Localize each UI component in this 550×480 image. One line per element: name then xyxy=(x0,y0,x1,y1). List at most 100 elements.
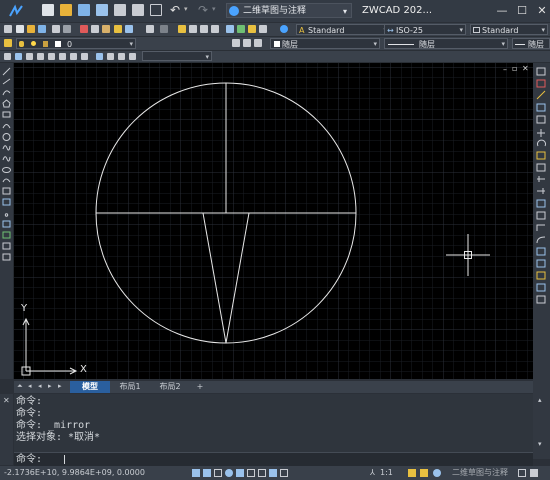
status-settings-icon[interactable] xyxy=(518,469,526,477)
auto-scale-icon[interactable] xyxy=(420,469,428,477)
construction-line-icon[interactable] xyxy=(2,78,11,85)
point-tool-icon[interactable] xyxy=(4,213,9,217)
circle-tool-icon[interactable] xyxy=(2,133,11,141)
ucs-face-icon[interactable] xyxy=(81,53,88,60)
dimension-tool-icon[interactable] xyxy=(536,295,546,304)
extend-tool-icon[interactable] xyxy=(537,188,545,194)
spline-tool-icon[interactable] xyxy=(2,156,11,162)
menu-icon[interactable] xyxy=(4,25,12,33)
open-folder-icon[interactable] xyxy=(60,4,72,16)
save-small-icon[interactable] xyxy=(38,25,46,33)
save-icon[interactable] xyxy=(78,4,90,16)
plot-icon[interactable] xyxy=(114,4,126,16)
ucs-world-icon[interactable] xyxy=(15,53,22,60)
scroll-up-icon[interactable]: ▴ xyxy=(538,396,542,404)
tab-next-icon[interactable]: ▸ xyxy=(48,382,52,390)
draworder-tool-icon[interactable] xyxy=(536,259,546,268)
stretch-tool-icon[interactable] xyxy=(536,163,546,172)
maximize-button[interactable]: ☐ xyxy=(514,3,530,19)
dim-style-combo[interactable]: ↔ ISO-25 ▾ xyxy=(384,24,466,35)
region-tool-icon[interactable] xyxy=(2,242,11,250)
fillet-tool-icon[interactable] xyxy=(536,236,546,244)
ucs-previous-icon[interactable] xyxy=(26,53,33,60)
tab-first-icon[interactable]: ⏶ xyxy=(17,382,23,391)
annotation-scale-value[interactable]: 1:1 xyxy=(380,466,393,480)
layer-previous-icon[interactable] xyxy=(243,39,251,47)
ellipse-tool-icon[interactable] xyxy=(2,167,11,173)
table-style-combo[interactable]: Standard ▾ xyxy=(470,24,548,35)
otrack-toggle-icon[interactable] xyxy=(247,469,255,477)
redo-small-icon[interactable] xyxy=(160,25,168,33)
print-small-icon[interactable] xyxy=(52,25,60,33)
view-iso-icon[interactable] xyxy=(118,53,125,60)
table-tool-icon[interactable] xyxy=(2,253,11,261)
tab-last-icon[interactable]: ▸ xyxy=(58,382,62,390)
save-as-icon[interactable] xyxy=(96,4,108,16)
print-icon[interactable] xyxy=(132,4,144,16)
preview-icon[interactable] xyxy=(63,25,71,33)
color-combo[interactable]: 随层 ▾ xyxy=(270,38,380,49)
copy-tool-icon[interactable] xyxy=(536,79,546,88)
annotation-scale-icon[interactable]: ⅄ xyxy=(370,468,375,477)
mirror-tool-icon[interactable] xyxy=(536,90,546,100)
polygon-tool-icon[interactable] xyxy=(2,99,11,108)
lineweight-combo[interactable]: 随层 xyxy=(512,38,550,49)
properties-icon[interactable] xyxy=(226,25,234,33)
make-current-layer-icon[interactable] xyxy=(232,39,240,47)
viewport-restore-button[interactable]: ▫ xyxy=(512,64,517,73)
help-icon[interactable] xyxy=(280,25,288,33)
open-icon[interactable] xyxy=(27,25,35,33)
view-3d-icon[interactable] xyxy=(129,53,136,60)
zoom-window-icon[interactable] xyxy=(200,25,208,33)
tab-layout2[interactable]: 布局2 xyxy=(150,381,190,393)
design-center-icon[interactable] xyxy=(237,25,245,33)
join-tool-icon[interactable] xyxy=(536,211,546,220)
close-command-icon[interactable]: ✕ xyxy=(3,396,10,405)
minimize-button[interactable]: — xyxy=(494,3,510,19)
viewport-close-button[interactable]: ✕ xyxy=(522,64,529,73)
grid-toggle-icon[interactable] xyxy=(203,469,211,477)
scroll-down-icon[interactable]: ▾ xyxy=(538,440,542,448)
erase-tool-icon[interactable] xyxy=(536,67,546,76)
qp-toggle-icon[interactable] xyxy=(280,469,288,477)
hatch-tool-icon[interactable] xyxy=(2,220,11,228)
viewport-minimize-button[interactable]: – xyxy=(503,65,507,74)
ortho-toggle-icon[interactable] xyxy=(214,469,222,477)
command-scrollbar[interactable]: ▴ ▾ xyxy=(533,394,550,452)
redo-icon[interactable]: ↷ xyxy=(198,3,208,17)
ucs-object-icon[interactable] xyxy=(70,53,77,60)
annotation-visibility-icon[interactable] xyxy=(408,469,416,477)
pan-icon[interactable] xyxy=(178,25,186,33)
arc-tool-icon[interactable] xyxy=(2,124,11,129)
properties-panel-icon[interactable] xyxy=(536,271,546,280)
undo-icon[interactable]: ↶ xyxy=(170,3,180,17)
ucs-origin-icon[interactable] xyxy=(37,53,44,60)
scale-tool-icon[interactable] xyxy=(536,151,546,160)
dyn-toggle-icon[interactable] xyxy=(269,469,277,477)
make-block-icon[interactable] xyxy=(2,198,11,206)
ucs-icon[interactable] xyxy=(4,53,11,60)
linetype-combo[interactable]: 随层 ▾ xyxy=(384,38,508,49)
layer-panel-icon[interactable] xyxy=(536,283,546,292)
cloud-tool-icon[interactable] xyxy=(2,145,11,151)
status-workspace-label[interactable]: 二维草图与注释 xyxy=(452,466,508,480)
layer-state-icon[interactable] xyxy=(254,39,262,47)
move-tool-icon[interactable] xyxy=(537,129,545,137)
offset-tool-icon[interactable] xyxy=(536,103,546,112)
snap-toggle-icon[interactable] xyxy=(192,469,200,477)
match-properties-icon[interactable] xyxy=(114,25,122,33)
array-tool-icon[interactable] xyxy=(536,115,546,124)
new-file-icon[interactable] xyxy=(42,4,54,16)
calculator-icon[interactable] xyxy=(259,25,267,33)
trim-tool-icon[interactable] xyxy=(537,176,545,182)
zoom-realtime-icon[interactable] xyxy=(189,25,197,33)
tab-add-layout[interactable]: + xyxy=(190,381,210,393)
view-front-icon[interactable] xyxy=(107,53,114,60)
explode-tool-icon[interactable] xyxy=(536,247,546,256)
tab-prev-icon[interactable]: ◂ xyxy=(38,382,42,390)
line-tool-icon[interactable] xyxy=(2,67,11,76)
undo-small-icon[interactable] xyxy=(146,25,154,33)
lineweight-toggle-icon[interactable] xyxy=(258,469,266,477)
workspace-switch-icon[interactable] xyxy=(433,469,441,477)
gradient-tool-icon[interactable] xyxy=(2,231,11,239)
